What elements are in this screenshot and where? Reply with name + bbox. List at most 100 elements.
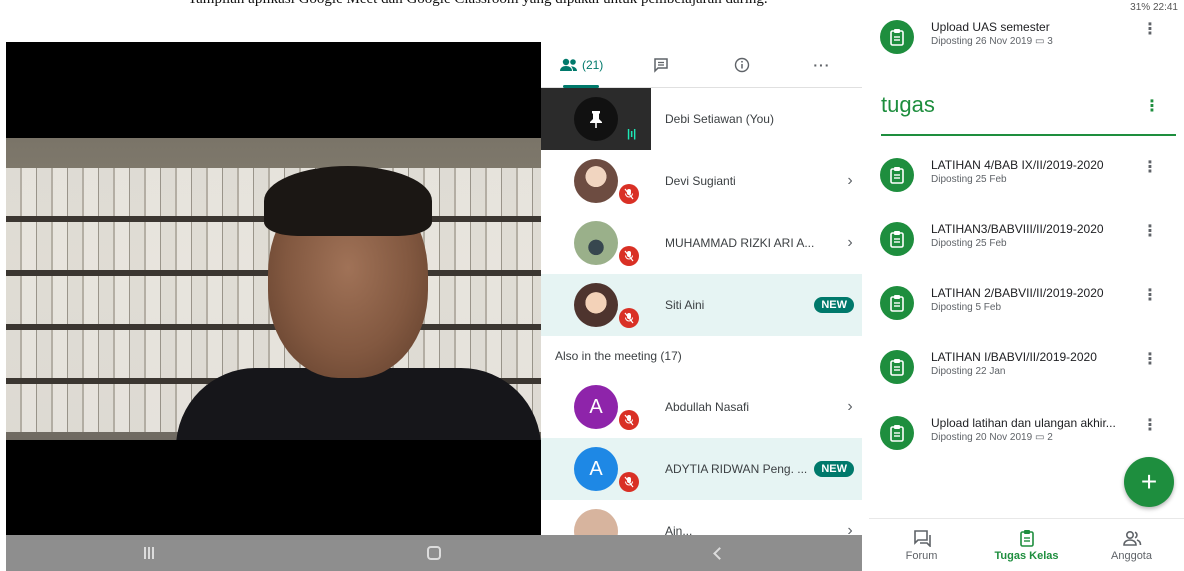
assignment-icon (880, 286, 914, 320)
participant-row[interactable]: A ADYTIA RIDWAN Peng. ... NEW (541, 438, 862, 500)
back-icon (712, 546, 726, 560)
mic-off-icon (619, 246, 639, 266)
mic-off-icon (619, 472, 639, 492)
chevron-right-icon: › (847, 234, 853, 251)
assignment-title: LATIHAN 2/BABVII/II/2019-2020 (931, 286, 1104, 300)
more-vert-icon[interactable]: ⋮ (1142, 288, 1158, 304)
assignment-meta: Diposting 25 Feb (931, 238, 1007, 249)
participant-row[interactable]: Ain... › (541, 500, 862, 535)
assignment-meta: Diposting 20 Nov 2019 ▭ 2 (931, 432, 1053, 443)
home-icon (426, 546, 441, 560)
tab-people[interactable]: (21) (541, 42, 621, 88)
speaking-indicator-icon: |ı| (627, 128, 637, 140)
assignment-item[interactable]: LATIHAN 4/BAB IX/II/2019-2020 Diposting … (869, 148, 1184, 212)
recents-icon (143, 547, 154, 559)
nav-forum[interactable]: Forum (869, 519, 974, 571)
status-text: 31% 22:41 (1130, 2, 1178, 13)
meet-screenshot: (21) ··· |ı| Debi Setiawan (You) Devi Su… (6, 42, 862, 571)
topic-more-icon[interactable]: ⋮ (1144, 96, 1160, 116)
assignment-title: Upload latihan dan ulangan akhir... (931, 416, 1116, 430)
tab-info[interactable] (702, 42, 782, 87)
chevron-right-icon: › (847, 172, 853, 189)
comment-count: 2 (1047, 432, 1053, 443)
avatar (574, 283, 618, 327)
assignment-item[interactable]: LATIHAN3/BABVIII/II/2019-2020 Diposting … (869, 212, 1184, 276)
comment-icon: ▭ (1034, 432, 1048, 443)
assignment-icon (880, 416, 914, 450)
participant-row[interactable]: MUHAMMAD RIZKI ARI A... › (541, 212, 862, 274)
classroom-screenshot: Upload UAS semester Diposting 26 Nov 201… (869, 18, 1184, 571)
people-icon (1122, 530, 1141, 546)
create-fab-button[interactable]: + (1124, 457, 1174, 507)
avatar (574, 509, 618, 535)
assignment-icon (880, 158, 914, 192)
avatar: A (574, 385, 618, 429)
chevron-right-icon: › (847, 522, 853, 535)
tab-chat[interactable] (621, 42, 701, 87)
participant-name: Devi Sugianti (665, 174, 736, 188)
nav-tugas-kelas[interactable]: Tugas Kelas (974, 519, 1079, 571)
participant-row[interactable]: Siti Aini NEW (541, 274, 862, 336)
home-button[interactable] (291, 535, 576, 571)
chat-icon (654, 57, 669, 73)
assignment-title: LATIHAN3/BABVIII/II/2019-2020 (931, 222, 1104, 236)
avatar (574, 97, 618, 141)
participant-name: Siti Aini (665, 298, 705, 312)
more-vert-icon[interactable]: ⋮ (1142, 160, 1158, 176)
assignment-meta: Diposting 22 Jan (931, 366, 1006, 377)
comment-icon: ▭ (1034, 36, 1048, 47)
info-icon (734, 57, 749, 72)
avatar (574, 159, 618, 203)
assignment-meta: Diposting 26 Nov 2019 ▭ 3 (931, 36, 1053, 47)
nav-label: Tugas Kelas (994, 549, 1059, 562)
participant-row[interactable]: Devi Sugianti › (541, 150, 862, 212)
person-figure (176, 368, 541, 440)
chevron-right-icon: › (847, 398, 853, 415)
assignment-item[interactable]: LATIHAN I/BABVI/II/2019-2020 Diposting 2… (869, 340, 1184, 404)
mic-off-icon (619, 184, 639, 204)
avatar: A (574, 447, 618, 491)
more-vert-icon[interactable]: ⋮ (1142, 22, 1158, 38)
classwork-icon (1019, 529, 1034, 547)
assignment-icon (880, 222, 914, 256)
bottom-navigation: Forum Tugas Kelas Anggota (869, 518, 1184, 571)
mic-off-icon (619, 410, 639, 430)
new-badge: NEW (814, 297, 854, 313)
more-vert-icon[interactable]: ⋮ (1142, 352, 1158, 368)
nav-anggota[interactable]: Anggota (1079, 519, 1184, 571)
tab-more[interactable]: ··· (782, 42, 862, 87)
assignment-item[interactable]: Upload UAS semester Diposting 26 Nov 201… (869, 18, 1184, 74)
people-icon (559, 58, 577, 71)
android-nav-bar (6, 535, 862, 571)
camera-image (6, 138, 541, 440)
pin-icon (590, 111, 602, 128)
back-button[interactable] (577, 535, 862, 571)
video-feed[interactable] (6, 42, 541, 535)
assignment-title: Upload UAS semester (931, 20, 1050, 34)
assignment-icon (880, 350, 914, 384)
participant-row-self[interactable]: |ı| Debi Setiawan (You) (541, 88, 862, 150)
nav-label: Anggota (1111, 549, 1152, 562)
forum-icon (913, 529, 931, 547)
panel-tabs: (21) ··· (541, 42, 862, 88)
recents-button[interactable] (6, 535, 291, 571)
participant-name: ADYTIA RIDWAN Peng. ... (665, 462, 808, 476)
more-vert-icon[interactable]: ⋮ (1142, 224, 1158, 240)
people-count: (21) (581, 57, 604, 72)
people-panel: (21) ··· |ı| Debi Setiawan (You) Devi Su… (541, 42, 862, 535)
more-icon: ··· (813, 56, 831, 73)
more-vert-icon[interactable]: ⋮ (1142, 418, 1158, 434)
assignment-item[interactable]: LATIHAN 2/BABVII/II/2019-2020 Diposting … (869, 276, 1184, 340)
assignment-meta: Diposting 25 Feb (931, 174, 1007, 185)
assignment-icon (880, 20, 914, 54)
nav-label: Forum (905, 549, 938, 562)
participant-name: MUHAMMAD RIZKI ARI A... (665, 236, 815, 250)
participant-name: Ain... (665, 524, 693, 535)
avatar (574, 221, 618, 265)
assignment-title: LATIHAN I/BABVI/II/2019-2020 (931, 350, 1097, 364)
comment-count: 3 (1047, 36, 1053, 47)
assignment-meta: Diposting 5 Feb (931, 302, 1002, 313)
participant-name: Abdullah Nasafi (665, 400, 750, 414)
topic-divider (881, 134, 1176, 136)
participant-row[interactable]: A Abdullah Nasafi › (541, 376, 862, 438)
